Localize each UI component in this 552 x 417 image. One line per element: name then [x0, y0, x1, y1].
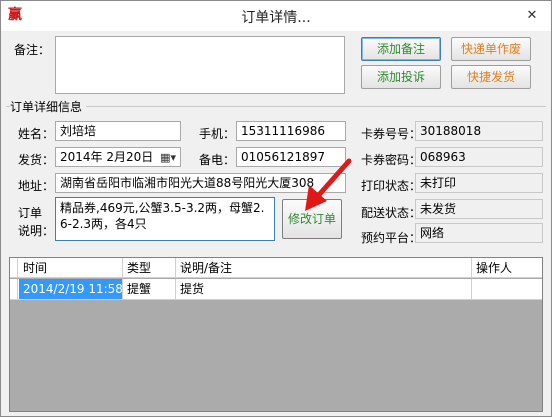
ship-date-picker[interactable]: 2014年 2月20日 ▦▾	[55, 147, 181, 167]
backup-phone-label: 备电：	[199, 153, 236, 167]
column-header-type[interactable]: 类型	[123, 258, 176, 278]
cell-type[interactable]: 提蟹	[123, 279, 176, 299]
column-header-time[interactable]: 时间	[19, 258, 123, 278]
void-express-button[interactable]: 快递单作废	[451, 37, 531, 61]
platform-value: 网络	[415, 223, 543, 243]
ship-date-value: 2014年 2月20日	[60, 150, 154, 164]
cell-time[interactable]: 2014/2/19 11:58	[19, 279, 123, 299]
cell-operator[interactable]	[472, 279, 542, 299]
row-header-corner	[10, 258, 18, 278]
card-number-label: 卡券号号：	[361, 127, 422, 141]
add-remark-button[interactable]: 添加备注	[361, 37, 441, 61]
delivery-status-label: 配送状态：	[361, 206, 422, 220]
print-status-label: 打印状态：	[361, 179, 422, 193]
phone-input[interactable]: 15311116986	[236, 121, 346, 141]
add-complaint-button[interactable]: 添加投诉	[361, 65, 441, 89]
column-header-operator[interactable]: 操作人	[472, 258, 542, 278]
remark-label: 备注：	[14, 43, 51, 57]
name-input[interactable]: 刘培培	[55, 121, 181, 141]
order-note-label-line2: 说明：	[18, 224, 55, 238]
annotation-arrow-icon	[305, 158, 352, 211]
order-detail-section-title: 订单详细信息	[10, 98, 87, 115]
quick-ship-button[interactable]: 快捷发货	[451, 65, 531, 89]
order-detail-window: 赢 订单详情... ✕ 备注： 添加备注 快递单作废 添加投诉 快捷发货 订单详…	[0, 0, 552, 417]
log-table-header: 时间 类型 说明/备注 操作人	[10, 258, 542, 278]
remark-textarea[interactable]	[55, 36, 345, 94]
column-header-note[interactable]: 说明/备注	[176, 258, 472, 278]
close-icon: ✕	[526, 8, 538, 23]
table-row[interactable]: 2014/2/19 11:58 提蟹 提货	[10, 279, 542, 300]
card-password-label: 卡券密码：	[361, 153, 422, 167]
window-title: 订单详情...	[241, 10, 311, 26]
print-status-value: 未打印	[415, 173, 543, 193]
order-note-label-line1: 订单	[18, 206, 43, 220]
address-label: 地址：	[18, 179, 55, 193]
log-table[interactable]: 时间 类型 说明/备注 操作人 2014/2/19 11:58 提蟹 提货	[9, 257, 543, 412]
delivery-status-value: 未发货	[415, 199, 543, 219]
close-button[interactable]: ✕	[521, 5, 543, 25]
phone-label: 手机：	[199, 127, 236, 141]
cell-note[interactable]: 提货	[176, 279, 472, 299]
card-number-value: 30188018	[415, 121, 543, 141]
order-note-textarea[interactable]: 精品券,469元,公蟹3.5-3.2两，母蟹2.6-2.3两，各4只	[55, 197, 275, 241]
calendar-dropdown-icon[interactable]: ▦▾	[160, 149, 176, 166]
ship-date-label: 发货：	[18, 153, 55, 167]
title-bar[interactable]: 赢 订单详情... ✕	[1, 1, 551, 31]
card-password-value: 068963	[415, 147, 543, 167]
name-label: 姓名：	[18, 127, 55, 141]
platform-label: 预约平台：	[361, 231, 422, 245]
row-header[interactable]	[10, 279, 18, 299]
